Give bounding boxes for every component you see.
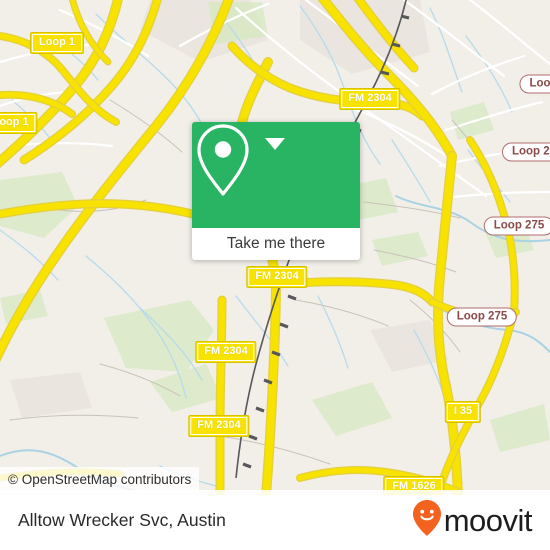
road-label-text: oop 1 (0, 114, 36, 132)
road-label-loop-1-left[interactable]: oop 1 (0, 112, 38, 134)
road-label-fm-2304-bottom[interactable]: FM 2304 (188, 415, 250, 437)
take-me-there-label: Take me there (226, 235, 326, 252)
popup-pointer-tail (265, 138, 285, 150)
road-label-text: FM 2304 (248, 268, 306, 286)
bottom-info-bar: Alltow Wrecker Svc, Austin moovit (0, 490, 550, 550)
road-label-text: I 35 (446, 403, 480, 421)
road-label-loop-275-upper[interactable]: Loop 27 (501, 142, 550, 162)
road-label-fm-2304-top[interactable]: FM 2304 (339, 88, 401, 110)
road-label-text: FM 2304 (197, 343, 255, 361)
road-label-loop-275-lower[interactable]: Loop 275 (446, 307, 518, 327)
road-label-fm-2304-center[interactable]: FM 2304 (246, 266, 308, 288)
moovit-pin-icon (412, 499, 442, 542)
take-me-there-button[interactable]: Take me there (192, 228, 360, 260)
road-label-loop-1-top[interactable]: Loop 1 (29, 32, 85, 54)
place-name-label: Alltow Wrecker Svc, Austin (18, 510, 226, 530)
road-label-text: FM 2304 (341, 90, 399, 108)
road-label-loop-275-mid[interactable]: Loop 275 (483, 216, 550, 236)
map-canvas[interactable]: .land{fill:#f2efe9;} .park{fill:#d6e8c0;… (0, 0, 550, 495)
road-label-i-35[interactable]: I 35 (444, 401, 482, 423)
road-label-text: Loop 1 (31, 34, 83, 52)
moovit-logo[interactable]: moovit (412, 499, 533, 542)
moovit-map-screenshot: .land{fill:#f2efe9;} .park{fill:#d6e8c0;… (0, 0, 550, 550)
road-label-loop-right-top[interactable]: Loo (519, 74, 550, 94)
road-label-fm-2304-mid[interactable]: FM 2304 (195, 341, 257, 363)
moovit-wordmark: moovit (443, 502, 533, 538)
road-label-text: FM 2304 (190, 417, 248, 435)
